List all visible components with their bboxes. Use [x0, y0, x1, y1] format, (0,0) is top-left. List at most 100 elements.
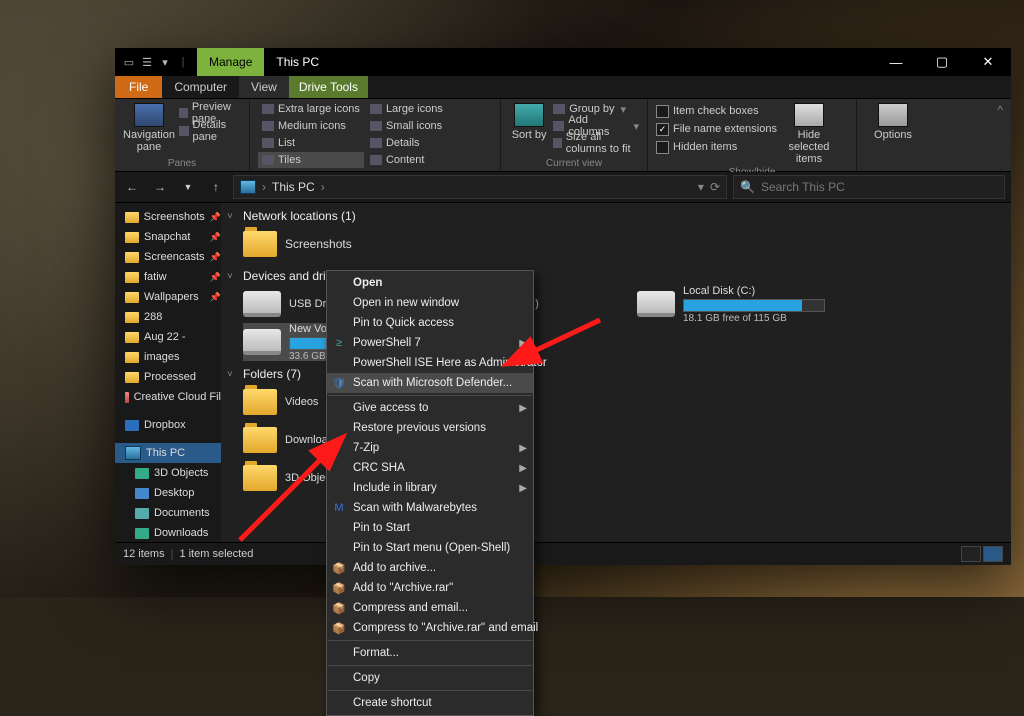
ctx-format[interactable]: Format...: [327, 643, 533, 663]
nav-forward-button[interactable]: →: [149, 176, 171, 198]
status-bar: 12 items | 1 item selected: [115, 542, 1011, 565]
drive-icon: [637, 291, 675, 317]
sort-by-button[interactable]: Sort by: [509, 101, 549, 141]
tree-item[interactable]: Desktop: [115, 483, 221, 503]
ctx-powershell7[interactable]: ≥PowerShell 7▶: [327, 333, 533, 353]
minimize-button[interactable]: —: [873, 48, 919, 76]
tree-item-dropbox[interactable]: Dropbox: [115, 415, 221, 435]
layout-small-icons[interactable]: Small icons: [366, 118, 447, 134]
properties-icon[interactable]: ☰: [139, 54, 155, 70]
tree-item[interactable]: 288: [115, 307, 221, 327]
breadcrumb-this-pc[interactable]: This PC: [272, 180, 315, 194]
powershell-icon: ≥: [332, 336, 346, 350]
tree-item[interactable]: Documents: [115, 503, 221, 523]
tree-item[interactable]: Creative Cloud Fil: [115, 387, 221, 407]
view-mode-details-button[interactable]: [961, 546, 981, 562]
refresh-button[interactable]: ⟳: [710, 180, 720, 194]
ctx-crc-sha[interactable]: CRC SHA▶: [327, 458, 533, 478]
hide-selected-label: Hide selected items: [788, 129, 829, 165]
tree-item[interactable]: Processed: [115, 367, 221, 387]
layout-large-icons[interactable]: Large icons: [366, 101, 447, 117]
network-item[interactable]: Screenshots: [243, 225, 1011, 263]
ctx-open-new-window[interactable]: Open in new window: [327, 293, 533, 313]
section-network[interactable]: Network locations (1): [221, 203, 1011, 225]
close-button[interactable]: ✕: [965, 48, 1011, 76]
layout-list[interactable]: List: [258, 135, 364, 151]
address-dropdown-icon[interactable]: ▾: [698, 180, 704, 194]
archive-icon: 📦: [332, 601, 346, 615]
window-title: This PC: [264, 48, 331, 76]
layout-medium-icons[interactable]: Medium icons: [258, 118, 364, 134]
tree-item[interactable]: Downloads: [115, 523, 221, 542]
ctx-add-archive-rar[interactable]: 📦Add to "Archive.rar": [327, 578, 533, 598]
details-pane-button[interactable]: Details pane: [179, 123, 241, 139]
layout-extra-large-icons[interactable]: Extra large icons: [258, 101, 364, 117]
nav-up-button[interactable]: ↑: [205, 176, 227, 198]
ctx-add-archive[interactable]: 📦Add to archive...: [327, 558, 533, 578]
ctx-scan-malwarebytes[interactable]: MScan with Malwarebytes: [327, 498, 533, 518]
search-icon: 🔍: [740, 180, 755, 194]
ctx-restore-previous[interactable]: Restore previous versions: [327, 418, 533, 438]
nav-history-button[interactable]: ▼: [177, 176, 199, 198]
ctx-pin-quick-access[interactable]: Pin to Quick access: [327, 313, 533, 333]
nav-back-button[interactable]: ←: [121, 176, 143, 198]
qa-dropdown-icon[interactable]: ▾: [157, 54, 173, 70]
drive-tools-tab[interactable]: Drive Tools: [289, 76, 368, 98]
ctx-include-library[interactable]: Include in library▶: [327, 478, 533, 498]
shield-icon: 🛡: [332, 376, 346, 390]
layout-details[interactable]: Details: [366, 135, 447, 151]
ctx-pin-start[interactable]: Pin to Start: [327, 518, 533, 538]
ctx-compress-rar-email[interactable]: 📦Compress to "Archive.rar" and email: [327, 618, 533, 638]
tree-item[interactable]: Snapchat📌: [115, 227, 221, 247]
ctx-create-shortcut[interactable]: Create shortcut: [327, 693, 533, 713]
network-item-label: Screenshots: [285, 237, 352, 251]
navigation-tree[interactable]: Screenshots📌 Snapchat📌 Screencasts📌 fati…: [115, 203, 221, 542]
tree-item[interactable]: Screencasts📌: [115, 247, 221, 267]
ctx-pin-openshell[interactable]: Pin to Start menu (Open-Shell): [327, 538, 533, 558]
archive-icon: 📦: [332, 581, 346, 595]
preview-pane-icon: [179, 108, 188, 118]
maximize-button[interactable]: ▢: [919, 48, 965, 76]
tree-item[interactable]: images: [115, 347, 221, 367]
ctx-separator: [328, 395, 532, 396]
ctx-give-access[interactable]: Give access to▶: [327, 398, 533, 418]
hidden-items-toggle[interactable]: Hidden items: [656, 139, 777, 155]
collapse-ribbon-button[interactable]: ^: [989, 99, 1011, 171]
address-bar[interactable]: › This PC › ▾ ⟳: [233, 175, 727, 199]
details-pane-label: Details pane: [193, 119, 242, 143]
size-columns-button[interactable]: Size all columns to fit: [553, 135, 639, 151]
tree-item[interactable]: Aug 22 -: [115, 327, 221, 347]
layout-tiles[interactable]: Tiles: [258, 152, 364, 168]
ctx-copy[interactable]: Copy: [327, 668, 533, 688]
tree-item[interactable]: fatiw📌: [115, 267, 221, 287]
options-button[interactable]: Options: [865, 101, 921, 141]
tree-item[interactable]: Wallpapers📌: [115, 287, 221, 307]
tree-item[interactable]: 3D Objects: [115, 463, 221, 483]
navigation-pane-label: Navigation pane: [123, 129, 175, 153]
item-checkboxes-toggle[interactable]: Item check boxes: [656, 103, 777, 119]
view-tab[interactable]: View: [239, 76, 289, 98]
view-mode-tiles-button[interactable]: [983, 546, 1003, 562]
hide-selected-button[interactable]: Hide selected items: [781, 101, 837, 165]
ctx-7zip[interactable]: 7-Zip▶: [327, 438, 533, 458]
layout-content[interactable]: Content: [366, 152, 447, 168]
hide-selected-icon: [794, 103, 824, 127]
ctx-scan-defender[interactable]: 🛡Scan with Microsoft Defender...: [327, 373, 533, 393]
drive-tile-local-c[interactable]: Local Disk (C:) 18.1 GB free of 115 GB: [637, 285, 857, 323]
navigation-pane-icon: [134, 103, 164, 127]
computer-tab[interactable]: Computer: [162, 76, 239, 98]
status-item-count: 12 items: [123, 548, 165, 560]
manage-contextual-tab[interactable]: Manage: [197, 48, 264, 76]
file-menu[interactable]: File: [115, 76, 162, 98]
ctx-compress-email[interactable]: 📦Compress and email...: [327, 598, 533, 618]
file-extensions-toggle[interactable]: ✓File name extensions: [656, 121, 777, 137]
submenu-arrow-icon: ▶: [519, 403, 527, 414]
navigation-pane-button[interactable]: Navigation pane: [123, 101, 175, 153]
search-box[interactable]: 🔍 Search This PC: [733, 175, 1005, 199]
tree-item-this-pc[interactable]: This PC: [115, 443, 221, 463]
status-selection: 1 item selected: [179, 548, 253, 560]
ctx-powershell-ise-admin[interactable]: PowerShell ISE Here as Administrator: [327, 353, 533, 373]
ctx-open[interactable]: Open: [327, 273, 533, 293]
submenu-arrow-icon: ▶: [519, 463, 527, 474]
tree-item[interactable]: Screenshots📌: [115, 207, 221, 227]
